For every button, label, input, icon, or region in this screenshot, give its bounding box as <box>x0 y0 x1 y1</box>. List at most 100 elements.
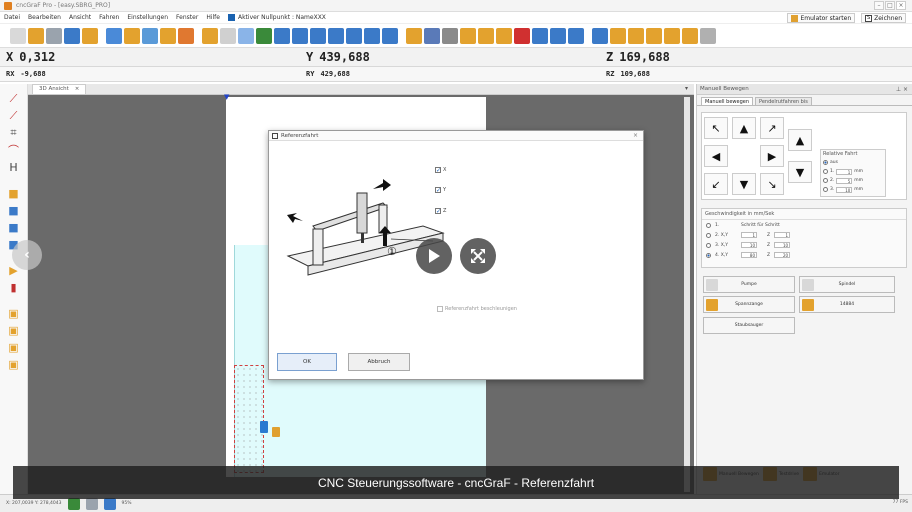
menu-ansicht[interactable]: Ansicht <box>69 14 91 21</box>
fullscreen-button[interactable] <box>460 238 496 274</box>
checkbox-x[interactable]: ✓ X <box>435 167 446 174</box>
relative-opt2-value[interactable]: 5 <box>836 177 853 184</box>
list-icon[interactable] <box>424 27 440 44</box>
import-icon[interactable] <box>64 27 80 44</box>
calc-icon[interactable] <box>550 27 566 44</box>
checkbox-x-box[interactable]: ✓ <box>435 167 441 174</box>
speed-row-3[interactable]: 3. X,Y 10 Z 10 <box>702 240 906 250</box>
relative-opt3[interactable]: 3. 10 mm <box>821 185 885 194</box>
import-shape-icon[interactable]: ■ <box>5 186 23 200</box>
menu-einstellungen[interactable]: Einstellungen <box>127 14 168 21</box>
axis-move-2-icon[interactable] <box>292 27 308 44</box>
draw-line-icon[interactable]: ⟋ <box>5 92 23 106</box>
speed-row-4-radio[interactable] <box>706 252 711 258</box>
axis-move-1-icon[interactable] <box>274 27 290 44</box>
relative-opt2-radio[interactable] <box>823 178 828 183</box>
draw-button[interactable]: S Zeichnen <box>861 13 906 23</box>
zoom-icon[interactable] <box>532 27 548 44</box>
stop-mode-icon[interactable] <box>496 27 512 44</box>
tab-manual-move[interactable]: Manuell bewegen <box>701 97 753 105</box>
checkbox-accelerate[interactable]: Referenzfahrt beschleunigen <box>437 306 517 312</box>
checkbox-accelerate-box[interactable] <box>437 306 443 312</box>
play-mode-icon[interactable] <box>478 27 494 44</box>
relative-opt1[interactable]: 1. 1 mm <box>821 167 885 176</box>
list-stack-icon[interactable]: ▮ <box>5 280 23 294</box>
axis-move-6-icon[interactable] <box>364 27 380 44</box>
emulator-start-button[interactable]: Emulator starten <box>787 13 856 23</box>
close-icon[interactable]: × <box>896 1 906 10</box>
speed-row-4-z[interactable]: 20 <box>774 252 791 258</box>
dialog-close-icon[interactable]: × <box>633 132 638 139</box>
probe-icon[interactable] <box>664 27 680 44</box>
maximize-icon[interactable]: □ <box>885 1 895 10</box>
frame-icon[interactable] <box>406 27 422 44</box>
layers-icon[interactable] <box>124 27 140 44</box>
jog-z-plus-icon[interactable]: ▲ <box>788 129 812 151</box>
doc-2-icon[interactable]: ▣ <box>5 323 23 337</box>
speed-row-1[interactable]: 1. Schritt für Schritt <box>702 220 906 230</box>
tab-menu-arrow-icon[interactable]: ▾ <box>685 85 688 92</box>
tab-close-icon[interactable]: × <box>75 85 80 94</box>
jog-x-minus-icon[interactable]: ◀ <box>704 145 728 167</box>
speed-row-2-z[interactable]: 1 <box>774 232 791 238</box>
new-file-icon[interactable] <box>10 27 26 44</box>
relative-opt1-radio[interactable] <box>823 169 828 174</box>
vacuum-button[interactable]: Staubsauger <box>703 317 795 334</box>
speed-row-2-radio[interactable] <box>706 232 711 238</box>
tool-icon[interactable] <box>178 27 194 44</box>
settings-icon[interactable] <box>646 27 662 44</box>
jog-down-right-icon[interactable]: ↘ <box>760 173 784 195</box>
delete-icon[interactable] <box>514 27 530 44</box>
spindle-button[interactable]: Spindel <box>799 276 895 293</box>
canvas-scrollbar[interactable] <box>684 97 690 492</box>
relative-off-radio[interactable] <box>823 160 828 165</box>
menu-fahren[interactable]: Fahren <box>99 14 119 21</box>
speed-row-1-radio[interactable] <box>706 222 711 228</box>
save-icon[interactable] <box>46 27 62 44</box>
gallery-prev-button[interactable]: ‹ <box>12 240 42 270</box>
menu-bearbeiten[interactable]: Bearbeiten <box>28 14 61 21</box>
ok-button[interactable]: OK <box>277 353 337 371</box>
jog-z-minus-icon[interactable]: ▼ <box>788 161 812 183</box>
doc-1-icon[interactable]: ▣ <box>5 306 23 320</box>
open-folder-icon[interactable] <box>28 27 44 44</box>
tab-pendulum[interactable]: Pendelrutfahren bis <box>755 97 812 105</box>
shape-edit-icon[interactable]: ■ <box>5 203 23 217</box>
relative-opt3-value[interactable]: 10 <box>836 186 853 193</box>
panel-pin-icon[interactable]: ⊥ × <box>896 84 908 95</box>
draw-arc-icon[interactable]: ⌒ <box>5 143 23 157</box>
jog-down-left-icon[interactable]: ↙ <box>704 173 728 195</box>
tool-change-icon[interactable] <box>592 27 608 44</box>
draw-path-icon[interactable]: ⟋ <box>5 109 23 123</box>
jog-y-minus-icon[interactable]: ▼ <box>732 173 756 195</box>
axis-move-5-icon[interactable] <box>346 27 362 44</box>
checkbox-z-box[interactable]: ✓ <box>435 208 441 215</box>
tab-3d-view[interactable]: 3D Ansicht × <box>32 84 87 94</box>
speed-row-4[interactable]: 4. X,Y 80 Z 20 <box>702 250 906 260</box>
pointer-icon[interactable] <box>160 27 176 44</box>
speed-row-2-xy[interactable]: 1 <box>741 232 757 238</box>
axis-move-4-icon[interactable] <box>328 27 344 44</box>
print-icon[interactable] <box>220 27 236 44</box>
jog-y-plus-icon[interactable]: ▲ <box>732 117 756 139</box>
counter-button[interactable]: 14884 <box>799 296 895 313</box>
reference-icon[interactable] <box>568 27 584 44</box>
cut-icon[interactable] <box>202 27 218 44</box>
axis-move-3-icon[interactable] <box>310 27 326 44</box>
checkbox-z[interactable]: ✓ Z <box>435 208 446 215</box>
zero-icon[interactable] <box>628 27 644 44</box>
speed-row-3-radio[interactable] <box>706 242 711 248</box>
doc-4-icon[interactable]: ▣ <box>5 357 23 371</box>
checkbox-y-box[interactable]: ✓ <box>435 187 441 194</box>
shape-move-icon[interactable]: ■ <box>5 220 23 234</box>
clamp-button[interactable]: Spannzange <box>703 296 795 313</box>
export-icon[interactable] <box>82 27 98 44</box>
relative-opt1-value[interactable]: 1 <box>836 168 853 175</box>
grid-axis-icon[interactable] <box>256 27 272 44</box>
window-icon[interactable] <box>106 27 122 44</box>
menu-fenster[interactable]: Fenster <box>176 14 198 21</box>
laser-icon[interactable] <box>682 27 698 44</box>
draw-h-icon[interactable]: H <box>5 160 23 174</box>
axis-move-7-icon[interactable] <box>382 27 398 44</box>
speed-row-2[interactable]: 2. X,Y 1 Z 1 <box>702 230 906 240</box>
